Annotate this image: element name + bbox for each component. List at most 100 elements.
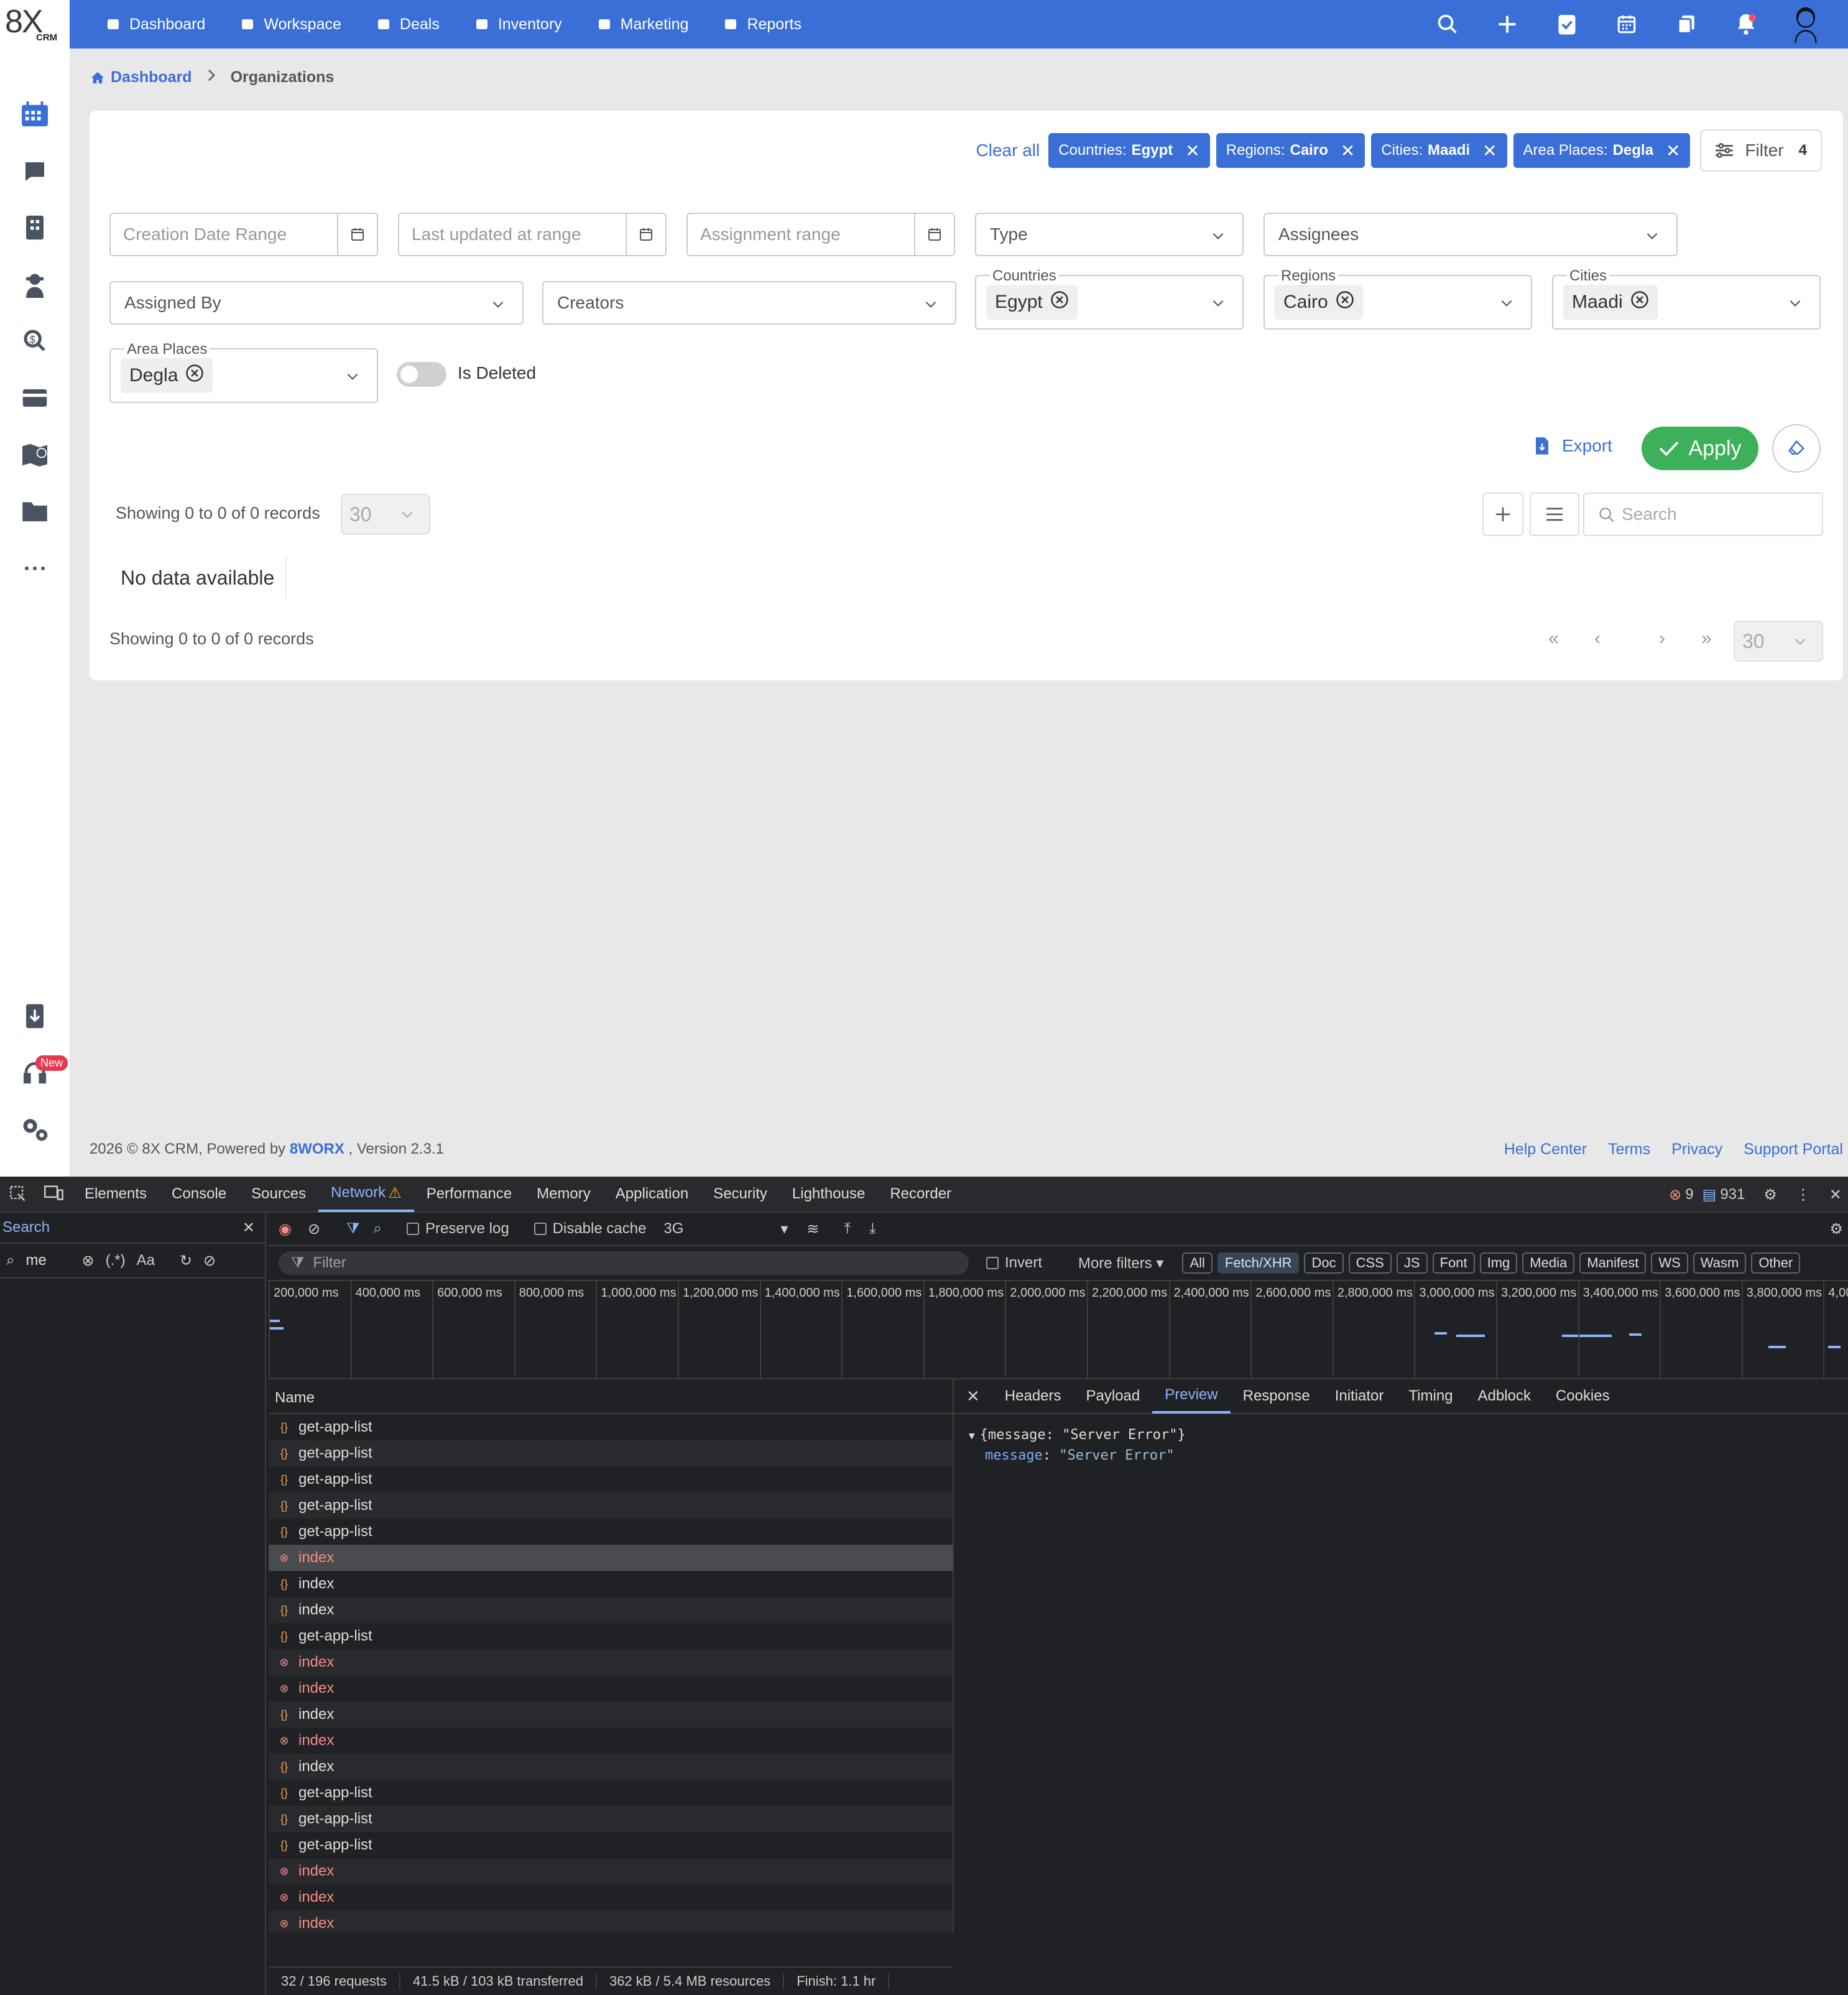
footer-link[interactable]: Support Portal [1744,1141,1843,1159]
first-page-icon[interactable]: « [1548,628,1559,649]
request-row[interactable]: {} get-app-list [269,1414,953,1440]
page-size-select-top[interactable]: 30 [341,494,430,535]
calendar-icon[interactable] [626,214,665,255]
calendar-icon[interactable] [1597,0,1656,49]
devtools-tab-elements[interactable]: Elements [72,1176,159,1212]
area-places-select[interactable]: Area Places Degla [109,341,378,403]
nav-item-reports[interactable]: Reports [723,0,802,49]
calendar-icon[interactable] [914,214,954,255]
type-filter-wasm[interactable]: Wasm [1693,1252,1747,1274]
remove-circle-icon[interactable] [1336,290,1354,314]
message-count[interactable]: ▤ 931 [1702,1186,1745,1204]
columns-menu-icon[interactable] [1530,493,1579,536]
refresh-icon[interactable]: ↻ [180,1252,192,1270]
close-icon[interactable]: ✕ [1829,1186,1842,1204]
record-stop-icon[interactable]: ◉ [279,1220,292,1238]
creation-date-range-field[interactable]: Creation Date Range [109,213,378,256]
name-column-header[interactable]: Name [275,1389,315,1407]
devtools-tab-performance[interactable]: Performance [414,1176,524,1212]
invert-checkbox[interactable]: Invert [986,1254,1042,1272]
nav-item-workspace[interactable]: Workspace [240,0,341,49]
close-icon[interactable]: ✕ [1185,141,1199,161]
gear-icon[interactable]: ⚙ [1829,1220,1843,1238]
creators-select[interactable]: Creators [542,281,956,325]
type-select[interactable]: Type [975,213,1244,256]
type-filter-all[interactable]: All [1182,1252,1213,1274]
request-row[interactable]: {} get-app-list [269,1780,953,1806]
clear-icon[interactable]: ⊘ [203,1252,216,1270]
request-row[interactable]: {} index [269,1701,953,1728]
folder-icon[interactable] [0,493,70,530]
clear-icon[interactable]: ⊘ [308,1220,320,1238]
error-count[interactable]: ⊗ 9 [1669,1186,1693,1204]
type-filter-js[interactable]: JS [1396,1252,1428,1274]
request-row[interactable]: ⊗ index [269,1858,953,1884]
plus-icon[interactable] [1477,0,1537,49]
more-icon[interactable] [0,550,70,587]
type-filter-media[interactable]: Media [1522,1252,1575,1274]
calendar-icon[interactable] [337,214,377,255]
devtools-tab-security[interactable]: Security [701,1176,780,1212]
search-query-input[interactable]: me [25,1252,81,1269]
nav-item-inventory[interactable]: Inventory [474,0,562,49]
type-filter-font[interactable]: Font [1432,1252,1475,1274]
device-toggle-icon[interactable] [36,1185,72,1203]
request-row[interactable]: {} index [269,1571,953,1597]
footer-link[interactable]: Terms [1608,1141,1650,1159]
settings-icon[interactable] [0,1111,70,1148]
filter-funnel-icon[interactable]: ⧩ [346,1220,359,1238]
clear-circle-icon[interactable]: ⊗ [81,1252,94,1270]
type-filter-img[interactable]: Img [1479,1252,1518,1274]
search-icon[interactable] [1418,0,1477,49]
type-filter-other[interactable]: Other [1751,1252,1801,1274]
detail-tab-initiator[interactable]: Initiator [1323,1379,1397,1414]
app-logo[interactable]: 8X CRM [0,0,70,49]
kebab-menu-icon[interactable]: ⋮ [1796,1186,1811,1204]
money-search-icon[interactable]: $ [0,322,70,359]
table-search-input[interactable]: Search [1583,493,1823,536]
request-row[interactable]: {} get-app-list [269,1440,953,1466]
copy-icon[interactable] [1656,0,1716,49]
request-row[interactable]: ⊗ index [269,1910,953,1933]
assignees-select[interactable]: Assignees [1264,213,1678,256]
type-filter-doc[interactable]: Doc [1304,1252,1344,1274]
expand-triangle-icon[interactable]: ▼ [969,1430,975,1442]
devtools-tab-application[interactable]: Application [603,1176,701,1212]
type-filter-manifest[interactable]: Manifest [1579,1252,1647,1274]
request-row[interactable]: {} get-app-list [269,1623,953,1649]
last-page-icon[interactable]: » [1701,628,1712,649]
remove-circle-icon[interactable] [185,364,204,387]
gear-icon[interactable]: ⚙ [1763,1186,1777,1204]
avatar[interactable] [1776,0,1836,49]
footer-link[interactable]: Privacy [1671,1141,1722,1159]
breadcrumb-home[interactable]: Dashboard [91,68,192,86]
request-row[interactable]: {} index [269,1597,953,1623]
calendar-icon[interactable] [0,96,70,133]
case-toggle[interactable]: Aa [137,1252,155,1269]
export-button[interactable]: Export [1535,436,1612,456]
devtools-tab-console[interactable]: Console [159,1176,239,1212]
chat-icon[interactable] [0,153,70,190]
agent-icon[interactable] [0,266,70,303]
regex-toggle[interactable]: (.*) [106,1252,126,1269]
filter-chip[interactable]: Area Places: Degla ✕ [1513,133,1691,168]
devtools-tab-recorder[interactable]: Recorder [877,1176,964,1212]
filter-button[interactable]: Filter 4 [1700,129,1822,172]
filter-chip[interactable]: Cities: Maadi ✕ [1371,133,1507,168]
upload-icon[interactable]: ⤒ [844,1220,851,1238]
wifi-settings-icon[interactable]: ≋ [806,1220,819,1238]
filter-chip[interactable]: Regions: Cairo ✕ [1216,133,1365,168]
page-size-select-bottom[interactable]: 30 [1734,621,1823,662]
request-row[interactable]: ⊗ index [269,1728,953,1754]
type-filter-fetch-xhr[interactable]: Fetch/XHR [1217,1252,1300,1274]
next-page-icon[interactable]: › [1659,628,1665,649]
countries-select[interactable]: Countries Egypt [975,267,1244,330]
request-row[interactable]: ⊗ index [269,1675,953,1701]
request-row[interactable]: {} get-app-list [269,1519,953,1545]
request-row[interactable]: ⊗ index [269,1884,953,1910]
card-icon[interactable] [0,379,70,417]
remove-circle-icon[interactable] [1050,290,1069,314]
building-icon[interactable] [0,209,70,246]
detail-tab-adblock[interactable]: Adblock [1466,1379,1543,1414]
preserve-log-checkbox[interactable]: Preserve log [406,1220,509,1238]
